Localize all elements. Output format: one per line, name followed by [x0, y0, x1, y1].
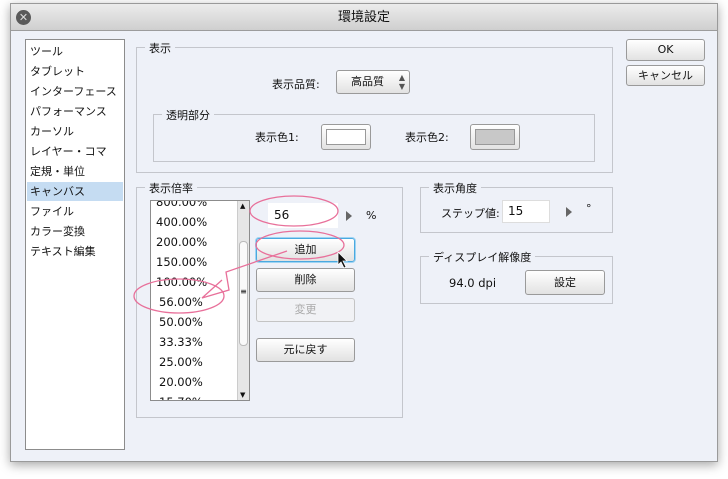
zoom-item[interactable]: 50.00% — [159, 312, 203, 332]
zoom-item[interactable]: 100.00% — [156, 272, 207, 292]
title-bar: ✕ 環境設定 — [11, 4, 717, 31]
zoom-item[interactable]: 400.00% — [156, 212, 207, 232]
scroll-up-icon[interactable]: ▲ — [240, 202, 245, 210]
window-title: 環境設定 — [337, 10, 390, 25]
zoom-unit: % — [366, 209, 377, 222]
quality-value: 高品質 — [351, 75, 384, 88]
zoom-item[interactable]: 200.00% — [156, 232, 207, 252]
delete-button[interactable]: 削除 — [256, 268, 355, 292]
sidebar-item-interface[interactable]: インターフェース — [27, 82, 123, 101]
color2-label: 表示色2: — [405, 131, 449, 144]
zoom-item[interactable]: 20.00% — [159, 372, 203, 392]
color2-swatch-button[interactable] — [470, 124, 520, 150]
color2-swatch — [475, 129, 515, 145]
step-label: ステップ値: — [441, 207, 500, 220]
category-list[interactable]: ツール タブレット インターフェース パフォーマンス カーソル レイヤー・コマ … — [25, 39, 125, 450]
change-button[interactable]: 変更 — [256, 298, 355, 322]
ok-button[interactable]: OK — [626, 39, 705, 61]
transparent-group: 透明部分 表示色1: 表示色2: — [153, 107, 595, 162]
zoom-item[interactable]: 800.00% — [156, 201, 207, 212]
sidebar-item-tablet[interactable]: タブレット — [27, 62, 123, 81]
display-group: 表示 表示品質: 高品質 ▲ ▼ 透明部分 表示色1: 表示色2: — [136, 40, 613, 173]
quality-label: 表示品質: — [272, 78, 320, 91]
sidebar-item-performance[interactable]: パフォーマンス — [27, 102, 123, 121]
sidebar-item-tool[interactable]: ツール — [27, 42, 123, 61]
scrollbar[interactable]: ▲ ≡ ▼ — [237, 201, 249, 400]
updown-icon: ▲ ▼ — [398, 73, 405, 91]
zoom-item[interactable]: 15.70% — [159, 392, 203, 400]
cancel-button[interactable]: キャンセル — [626, 65, 705, 86]
reset-button[interactable]: 元に戻す — [256, 338, 355, 362]
angle-group-label: 表示角度 — [429, 180, 481, 196]
transparent-group-label: 透明部分 — [162, 107, 214, 123]
color1-swatch-button[interactable] — [321, 124, 371, 150]
zoom-item-selected[interactable]: 56.00% — [159, 292, 203, 312]
add-button[interactable]: 追加 — [256, 238, 355, 262]
resolution-value: 94.0 dpi — [449, 276, 497, 290]
quality-select[interactable]: 高品質 ▲ ▼ — [336, 70, 410, 94]
scroll-down-icon[interactable]: ▼ — [240, 391, 245, 399]
resolution-set-button[interactable]: 設定 — [525, 270, 605, 295]
color1-label: 表示色1: — [255, 131, 299, 144]
resolution-group: ディスプレイ解像度 94.0 dpi 設定 — [420, 249, 613, 304]
sidebar-item-file[interactable]: ファイル — [27, 202, 123, 221]
play-arrow-icon[interactable] — [346, 211, 352, 221]
preferences-window: ✕ 環境設定 ツール タブレット インターフェース パフォーマンス カーソル レ… — [10, 3, 718, 462]
step-input[interactable]: 15 — [502, 200, 550, 223]
close-icon[interactable]: ✕ — [16, 10, 31, 25]
zoom-list[interactable]: 800.00% 400.00% 200.00% 150.00% 100.00% … — [150, 200, 250, 401]
scroll-thumb[interactable]: ≡ — [239, 241, 248, 346]
zoom-item[interactable]: 25.00% — [159, 352, 203, 372]
zoom-input[interactable]: 56 — [268, 203, 338, 228]
sidebar-item-color[interactable]: カラー変換 — [27, 222, 123, 241]
display-group-label: 表示 — [145, 40, 175, 56]
color1-swatch — [326, 129, 366, 145]
sidebar-item-layer[interactable]: レイヤー・コマ — [27, 142, 123, 161]
play-arrow-icon[interactable] — [566, 207, 572, 217]
angle-group: 表示角度 ステップ値: 15 ° — [420, 180, 613, 233]
zoom-item[interactable]: 150.00% — [156, 252, 207, 272]
sidebar-item-canvas[interactable]: キャンバス — [27, 182, 123, 201]
sidebar-item-ruler[interactable]: 定規・単位 — [27, 162, 123, 181]
zoom-item[interactable]: 33.33% — [159, 332, 203, 352]
sidebar-item-cursor[interactable]: カーソル — [27, 122, 123, 141]
zoom-group: 表示倍率 800.00% 400.00% 200.00% 150.00% 100… — [136, 180, 403, 418]
angle-unit: ° — [586, 202, 592, 215]
zoom-group-label: 表示倍率 — [145, 180, 197, 196]
sidebar-item-text[interactable]: テキスト編集 — [27, 242, 123, 261]
resolution-group-label: ディスプレイ解像度 — [429, 249, 536, 265]
